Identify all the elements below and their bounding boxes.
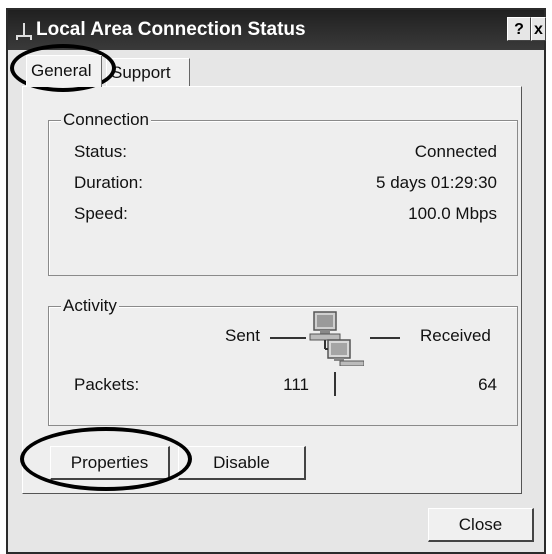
sent-label: Sent [225, 326, 260, 345]
close-window-button[interactable]: x [531, 17, 546, 41]
properties-button[interactable]: Properties [50, 446, 170, 480]
packets-sent-value: 111 [283, 375, 309, 394]
status-value: Connected [414, 142, 497, 161]
title-bar[interactable]: Local Area Connection Status ? x [8, 10, 546, 50]
network-connection-icon [16, 23, 32, 40]
help-button[interactable]: ? [507, 17, 531, 41]
status-label: Status: [74, 142, 127, 161]
packets-received-value: 64 [478, 375, 497, 394]
sent-dash [270, 337, 306, 339]
window-title: Local Area Connection Status [36, 19, 306, 40]
network-computers-icon [309, 311, 364, 366]
duration-value: 5 days 01:29:30 [376, 173, 497, 192]
speed-label: Speed: [74, 204, 128, 223]
speed-value: 100.0 Mbps [408, 204, 497, 223]
tab-support[interactable]: Support [106, 58, 190, 87]
activity-legend: Activity [61, 296, 119, 316]
packets-divider [334, 372, 336, 396]
received-label: Received [420, 326, 491, 345]
activity-group: Activity [48, 296, 518, 426]
received-dash [370, 337, 400, 339]
duration-label: Duration: [74, 173, 143, 192]
tab-general[interactable]: General [26, 55, 102, 87]
disable-button[interactable]: Disable [178, 446, 306, 480]
connection-legend: Connection [61, 110, 152, 130]
close-button[interactable]: Close [428, 508, 534, 542]
packets-label: Packets: [74, 375, 140, 394]
